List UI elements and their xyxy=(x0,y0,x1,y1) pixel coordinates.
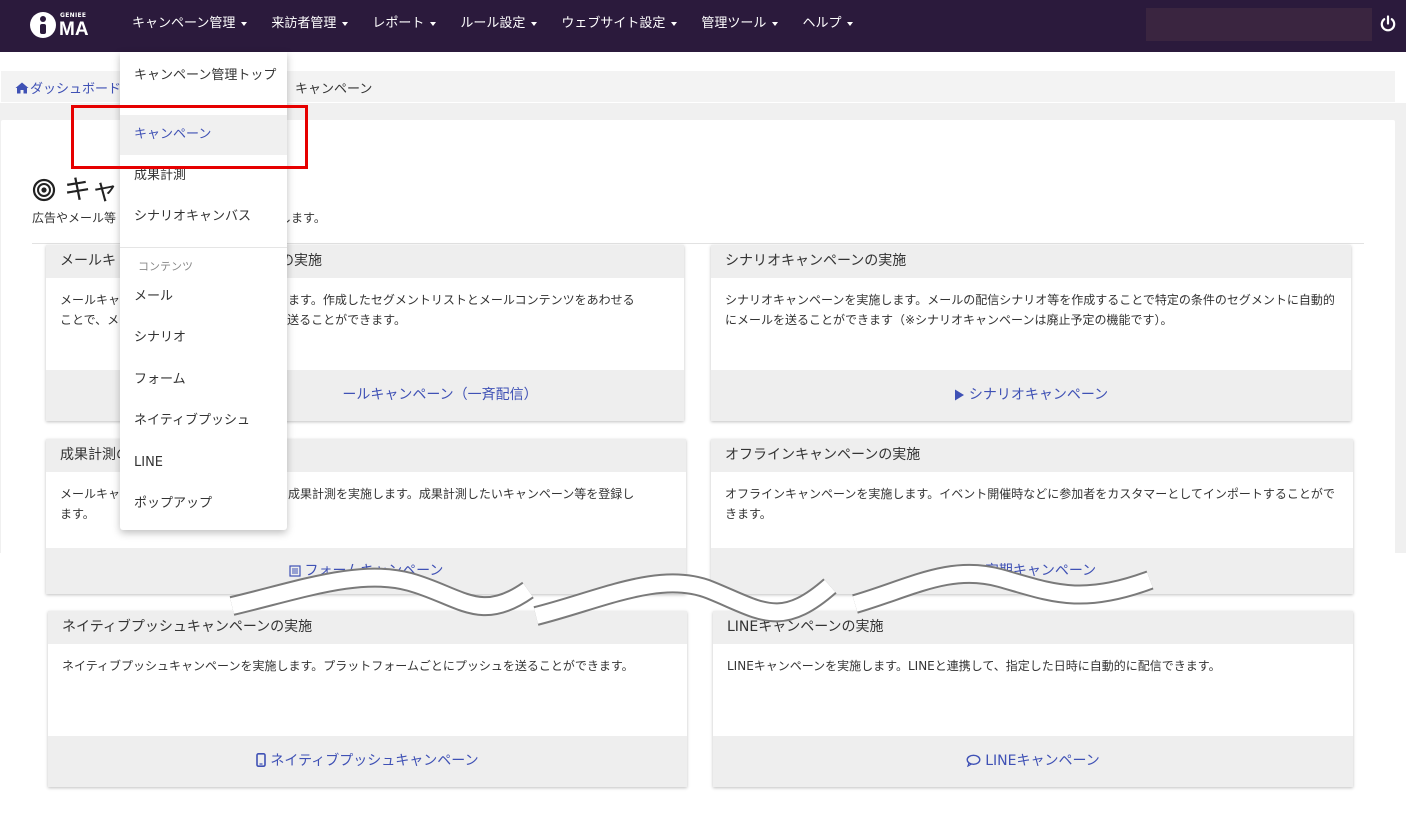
dropdown-item-line[interactable]: LINE xyxy=(120,443,287,483)
native-push-campaign-link[interactable]: ネイティブプッシュキャンペーン xyxy=(48,736,687,787)
caret-down-icon xyxy=(342,21,349,26)
menu-rule-settings[interactable]: ルール設定 xyxy=(448,0,549,52)
caret-down-icon xyxy=(241,21,248,26)
main-menu: キャンペーン管理 来訪者管理 レポート ルール設定 ウェブサイト設定 管理ツール… xyxy=(120,0,865,52)
card-scenario-campaign: シナリオキャンペーンの実施 シナリオキャンペーンを実施します。メールの配信シナリ… xyxy=(711,245,1351,421)
card-title-start: メールキ xyxy=(60,253,116,269)
logo-person-icon xyxy=(30,12,56,38)
breadcrumb-home-label: ダッシュボード xyxy=(30,82,122,97)
top-nav: GENIEE MA キャンペーン管理 来訪者管理 レポート ルール設定 ウェブサ… xyxy=(0,0,1406,52)
target-icon xyxy=(32,178,56,202)
menu-label: 管理ツール xyxy=(701,16,767,31)
card-title: オフラインキャンペーンの実施 xyxy=(711,439,1353,472)
caret-down-icon xyxy=(671,21,678,26)
menu-website-settings[interactable]: ウェブサイト設定 xyxy=(549,0,689,52)
menu-label: ウェブサイト設定 xyxy=(561,16,666,31)
breadcrumb-current: キャンペーン xyxy=(295,82,373,97)
card-body-start: メールキャ xyxy=(60,293,121,307)
page-title-text: キャ xyxy=(64,175,118,206)
card-link-label: ネイティブプッシュキャンペーン xyxy=(270,753,479,769)
card-body: シナリオキャンペーンを実施します。メールの配信シナリオ等を作成することで特定の条… xyxy=(725,293,1335,327)
menu-visitor-management[interactable]: 来訪者管理 xyxy=(259,0,360,52)
logo-main-text: MA xyxy=(59,19,89,40)
page-description-start: 広告やメール等 xyxy=(32,211,117,225)
card-body: ネイティブプッシュキャンペーンを実施します。プラットフォームごとにプッシュを送る… xyxy=(62,659,634,673)
card-body-end: の成果計測を実施します。成果計測したいキャンペーン等を登録し xyxy=(276,487,635,501)
dropdown-divider xyxy=(120,247,287,248)
account-area[interactable] xyxy=(1146,8,1372,41)
caret-down-icon xyxy=(847,21,854,26)
menu-label: 来訪者管理 xyxy=(271,16,337,31)
page-title: キャ xyxy=(32,168,118,207)
menu-campaign-management[interactable]: キャンペーン管理 xyxy=(120,0,259,52)
caret-down-icon xyxy=(772,21,779,26)
scenario-campaign-link[interactable]: シナリオキャンペーン xyxy=(711,370,1351,421)
geniee-ma-logo[interactable]: GENIEE MA xyxy=(30,10,100,42)
dropdown-item-scenario-canvas[interactable]: シナリオキャンバス xyxy=(120,197,287,237)
card-body: オフラインキャンペーンを実施します。イベント開催時などに参加者をカスタマーとして… xyxy=(725,487,1335,521)
dropdown-item-native-push[interactable]: ネイティブプッシュ xyxy=(120,401,287,441)
highlight-annotation xyxy=(71,105,308,169)
caret-down-icon xyxy=(430,21,437,26)
card-link-label: LINEキャンペーン xyxy=(985,753,1100,769)
dropdown-item-scenario[interactable]: シナリオ xyxy=(120,318,287,358)
breadcrumb-home-link[interactable]: ダッシュボード xyxy=(15,78,121,97)
dropdown-item-mail[interactable]: メール xyxy=(120,277,287,317)
card-body-start: ことで、メ xyxy=(60,313,120,327)
card-body-start: メールキャ xyxy=(60,487,121,501)
menu-label: レポート xyxy=(372,16,425,31)
dropdown-item-form[interactable]: フォーム xyxy=(120,360,287,400)
menu-label: ルール設定 xyxy=(460,16,526,31)
card-link-label: シナリオキャンペーン xyxy=(968,387,1109,403)
card-body-end: に送ることができます。 xyxy=(275,313,406,327)
card-body-end: します。作成したセグメントリストとメールコンテンツをあわせる xyxy=(276,293,635,307)
chat-bubble-icon xyxy=(966,754,981,767)
power-icon[interactable] xyxy=(1378,14,1398,34)
dropdown-item-popup[interactable]: ポップアップ xyxy=(120,484,287,524)
logo-small-text: GENIEE xyxy=(60,12,87,19)
card-link-label: ールキャンペーン（一斉配信） xyxy=(342,387,538,403)
caret-down-icon xyxy=(531,21,538,26)
menu-label: ヘルプ xyxy=(802,16,842,31)
card-title: シナリオキャンペーンの実施 xyxy=(711,245,1351,278)
play-icon xyxy=(954,389,964,401)
menu-label: キャンペーン管理 xyxy=(132,16,236,31)
screenshot-break-marks xyxy=(229,563,1154,626)
mobile-phone-icon xyxy=(256,753,267,767)
menu-report[interactable]: レポート xyxy=(360,0,448,52)
card-body: LINEキャンペーンを実施します。LINEと連携して、指定した日時に自動的に配信… xyxy=(727,659,1221,673)
line-campaign-link[interactable]: LINEキャンペーン xyxy=(713,736,1353,787)
home-icon xyxy=(15,82,29,94)
dropdown-item-campaign-top[interactable]: キャンペーン管理トップ xyxy=(120,56,287,96)
menu-admin-tools[interactable]: 管理ツール xyxy=(689,0,790,52)
dropdown-header-contents: コンテンツ xyxy=(138,260,193,273)
menu-help[interactable]: ヘルプ xyxy=(790,0,865,52)
